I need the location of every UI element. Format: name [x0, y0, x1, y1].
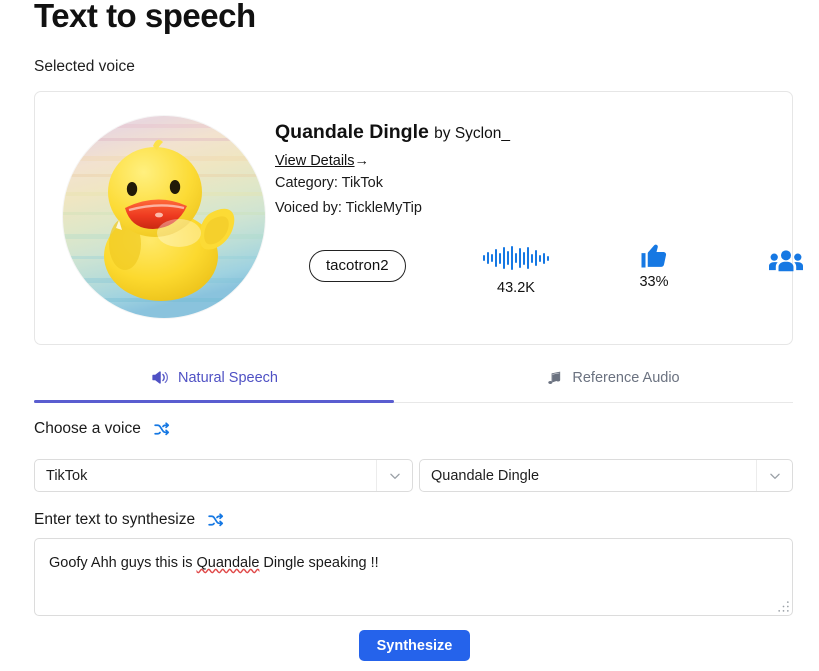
view-details-link[interactable]: View Details→	[275, 153, 369, 169]
view-details-label: View Details	[275, 153, 355, 169]
plays-value: 43.2K	[497, 280, 535, 296]
waveform-icon	[481, 246, 551, 276]
music-note-icon	[546, 369, 563, 387]
voice-name-select[interactable]: Quandale Dingle	[419, 459, 793, 492]
chevron-down-icon[interactable]	[756, 460, 792, 491]
selected-voice-label: Selected voice	[34, 58, 135, 75]
voice-category-select-value: TikTok	[46, 467, 88, 484]
avatar	[63, 116, 265, 318]
likes-value: 33%	[639, 274, 669, 290]
voice-metadata: Quandale Dingle by Syclon_ View Details→…	[275, 120, 510, 220]
users-stat	[751, 246, 819, 280]
selected-voice-card: Quandale Dingle by Syclon_ View Details→…	[34, 91, 803, 345]
plays-stat: 43.2K	[481, 246, 551, 296]
tab-reference-audio-label: Reference Audio	[572, 369, 680, 386]
rubber-duck-icon	[104, 139, 235, 301]
text-segment-post: Dingle speaking !!	[259, 555, 379, 571]
synthesize-button[interactable]: Synthesize	[359, 630, 470, 661]
voice-name-line: Quandale Dingle by Syclon_	[275, 120, 510, 146]
text-segment-misspelled: Quandale	[196, 555, 260, 571]
mode-tabs: Natural Speech Reference Audio	[34, 353, 793, 403]
voice-stats-row: tacotron2 43.2K 33%	[275, 238, 803, 308]
tab-reference-audio[interactable]: Reference Audio	[433, 353, 793, 402]
arrow-right-icon: →	[354, 153, 370, 169]
voice-category: Category: TikTok	[275, 175, 383, 191]
megaphone-icon	[150, 368, 169, 387]
voice-name: Quandale Dingle	[275, 121, 429, 143]
shuffle-icon[interactable]	[153, 421, 170, 438]
voice-category-select[interactable]: TikTok	[34, 459, 413, 492]
synthesis-textarea[interactable]: Goofy Ahh guys this is Quandale Dingle s…	[34, 538, 793, 616]
voice-voiced-by: Voiced by: TickleMyTip	[275, 200, 422, 216]
people-icon	[751, 246, 819, 276]
synthesis-textarea-value: Goofy Ahh guys this is Quandale Dingle s…	[49, 553, 778, 573]
enter-text-label-row: Enter text to synthesize	[34, 511, 224, 529]
tab-natural-speech-label: Natural Speech	[178, 369, 278, 386]
thumbs-up-icon	[619, 240, 689, 270]
choose-voice-label-row: Choose a voice	[34, 420, 170, 438]
enter-text-label: Enter text to synthesize	[34, 511, 196, 528]
choose-voice-label: Choose a voice	[34, 420, 141, 437]
model-badge: tacotron2	[309, 250, 406, 282]
page-title: Text to speech	[34, 0, 256, 34]
text-to-speech-page: Text to speech Selected voice Quandale D…	[0, 0, 819, 671]
textarea-resize-handle[interactable]	[777, 600, 790, 613]
chevron-down-icon[interactable]	[376, 460, 412, 491]
tab-natural-speech[interactable]: Natural Speech	[34, 353, 394, 403]
likes-stat: 33%	[619, 240, 689, 290]
text-segment-pre: Goofy Ahh guys this is	[49, 555, 197, 571]
shuffle-icon[interactable]	[207, 512, 224, 529]
voice-author: by Syclon_	[434, 125, 510, 142]
voice-name-select-value: Quandale Dingle	[431, 467, 540, 484]
